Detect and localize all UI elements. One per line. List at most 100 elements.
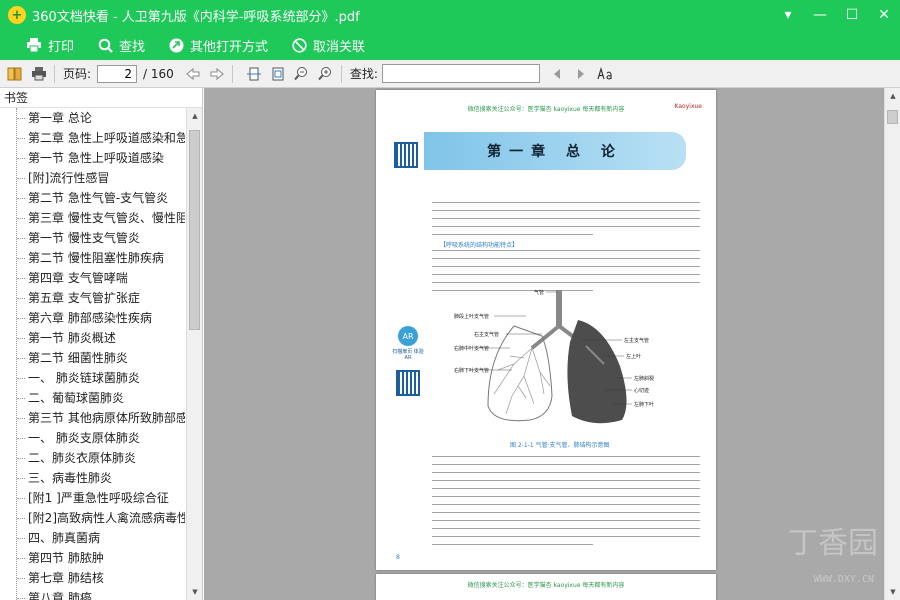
next-page-button[interactable] — [208, 65, 226, 83]
print-button[interactable]: 打印 — [26, 36, 74, 55]
bookmark-item[interactable]: 第三节 其他病原体所致肺部感 — [0, 408, 185, 428]
bookmark-item[interactable]: 第二节 急性气管-支气管炎 — [0, 188, 185, 208]
window-controls: ▾ — ☐ ✕ — [772, 0, 900, 30]
app-logo-icon: + — [8, 6, 26, 24]
document-viewport[interactable]: 微信搜索关注公众号：医学猫杏 kaoyixue 每天都有新内容 Kaoyixue… — [204, 88, 884, 600]
zoom-out-icon — [294, 67, 308, 81]
bookmark-item[interactable]: 二、葡萄球菌肺炎 — [0, 388, 185, 408]
bookmark-item[interactable]: 第四节 肺脓肿 — [0, 548, 185, 568]
text-line — [432, 266, 700, 267]
bookmark-item[interactable]: [附2]高致病性人禽流感病毒性 — [0, 508, 185, 528]
search-input[interactable] — [381, 64, 540, 83]
unlink-button[interactable]: 取消关联 — [292, 36, 365, 55]
bookmark-panel-title: 书签 — [0, 88, 202, 108]
bookmark-scrollbar[interactable]: ▲ ▼ — [186, 108, 202, 600]
menu-dropdown-button[interactable]: ▾ — [772, 0, 804, 30]
title-bar: + 360文档快看 - 人卫第九版《内科学-呼吸系统部分》.pdf ▾ — ☐ … — [0, 0, 900, 30]
text-line — [432, 480, 700, 481]
fit-width-button[interactable] — [245, 65, 263, 83]
search-icon — [98, 38, 113, 53]
bookmark-item[interactable]: 一、 肺炎链球菌肺炎 — [0, 368, 185, 388]
bookmark-item[interactable]: 第五章 支气管扩张症 — [0, 288, 185, 308]
bookmark-item[interactable]: 第一节 急性上呼吸道感染 — [0, 148, 185, 168]
bookmark-item[interactable]: 第二章 急性上呼吸道感染和急 — [0, 128, 185, 148]
arrow-right-icon — [210, 67, 224, 80]
pdf-page-next: 微信搜索关注公众号：医学猫杏 kaoyixue 每天都有新内容 — [376, 574, 716, 600]
sidebar-toggle-button[interactable] — [6, 65, 24, 83]
fit-page-button[interactable] — [269, 65, 287, 83]
figure-label: 左肺斜裂 — [634, 375, 654, 382]
bookmark-item[interactable]: 第一节 肺炎概述 — [0, 328, 185, 348]
find-label: 查找 — [119, 39, 146, 55]
figure-label: 右主支气管 — [474, 331, 499, 338]
bookmark-item[interactable]: 四、肺真菌病 — [0, 528, 185, 548]
text-line — [432, 282, 700, 283]
figure-label: 左主支气管 — [624, 337, 649, 344]
chapter-title: 第一章 总 论 — [487, 144, 623, 160]
scroll-thumb[interactable] — [887, 110, 898, 124]
scroll-thumb[interactable] — [189, 130, 200, 330]
bookmark-item[interactable]: [附]流行性感冒 — [0, 168, 185, 188]
figure-label: 右肺中叶支气管 — [454, 345, 489, 352]
bookmark-item[interactable]: 第二节 细菌性肺炎 — [0, 348, 185, 368]
previous-page-button[interactable] — [184, 65, 202, 83]
open-with-button[interactable]: 其他打开方式 — [169, 36, 268, 55]
bookmark-item[interactable]: 第一章 总论 — [0, 108, 185, 128]
text-line — [432, 472, 700, 473]
text-line — [432, 512, 700, 513]
find-button[interactable]: 查找 — [98, 36, 145, 55]
bookmark-item[interactable]: 三、病毒性肺炎 — [0, 468, 185, 488]
search-next-button[interactable] — [572, 65, 590, 83]
scroll-down-icon[interactable]: ▼ — [885, 584, 900, 600]
toolbar-divider — [340, 64, 342, 83]
figure-label: 心切迹 — [634, 387, 649, 394]
scroll-up-icon[interactable]: ▲ — [187, 108, 203, 124]
text-line — [432, 488, 700, 489]
figure-label: 左肺下叶 — [634, 401, 654, 408]
document-scrollbar[interactable]: ▲ ▼ — [884, 88, 900, 600]
bookmark-item[interactable]: 第三章 慢性支气管炎、慢性阻 — [0, 208, 185, 228]
text-line — [432, 528, 700, 529]
toolbar-divider — [231, 64, 233, 83]
page-label: 页码: — [63, 67, 92, 81]
text-line — [432, 274, 700, 275]
bookmark-item[interactable]: 第四章 支气管哮喘 — [0, 268, 185, 288]
scroll-up-icon[interactable]: ▲ — [885, 88, 900, 104]
bookmark-item[interactable]: 第一节 慢性支气管炎 — [0, 228, 185, 248]
zoom-in-button[interactable] — [317, 65, 335, 83]
bookmark-item[interactable]: 第二节 慢性阻塞性肺疾病 — [0, 248, 185, 268]
maximize-button[interactable]: ☐ — [836, 0, 868, 30]
page-number-input[interactable] — [97, 64, 138, 83]
print-small-button[interactable] — [30, 65, 48, 83]
text-line — [432, 520, 700, 521]
text-line — [432, 496, 700, 497]
section-heading: 【呼吸系统的结构功能特点】 — [440, 242, 519, 249]
bookmark-item[interactable]: 二、肺炎衣原体肺炎 — [0, 448, 185, 468]
bookmark-item[interactable]: [附1 ]严重急性呼吸综合征 — [0, 488, 185, 508]
scroll-down-icon[interactable]: ▼ — [187, 584, 203, 600]
open-with-label: 其他打开方式 — [190, 39, 269, 55]
qr-code-icon — [394, 142, 418, 168]
bookmark-item[interactable]: 第六章 肺部感染性疾病 — [0, 308, 185, 328]
watermark-url: WWW.DXY.CN — [813, 574, 874, 585]
match-case-icon — [597, 66, 612, 79]
search-previous-button[interactable] — [548, 65, 566, 83]
zoom-in-icon — [318, 67, 332, 81]
ar-badge-caption: 扫描扉页 体验AR — [392, 349, 424, 361]
page-header: 微信搜索关注公众号：医学猫杏 kaoyixue 每天都有新内容 — [467, 582, 625, 589]
ar-badge-icon: AR — [398, 326, 418, 346]
search-options-button[interactable] — [596, 65, 614, 83]
bookmark-item[interactable]: 第八章 肺癌 — [0, 588, 185, 600]
fit-width-icon — [246, 67, 261, 80]
main-toolbar: 打印 查找 其他打开方式 取消关联 — [0, 30, 900, 60]
text-line — [432, 456, 700, 457]
close-button[interactable]: ✕ — [868, 0, 900, 30]
bookmark-panel: 书签 第一章 总论 第二章 急性上呼吸道感染和急 第一节 急性上呼吸道感染 [附… — [0, 88, 203, 600]
bookmark-item[interactable]: 第七章 肺结核 — [0, 568, 185, 588]
bookmark-item[interactable]: 一、 肺炎支原体肺炎 — [0, 428, 185, 448]
figure-label: 左上叶 — [626, 353, 641, 360]
zoom-out-button[interactable] — [293, 65, 311, 83]
lung-figure: 气管 肺段上叶支气管 右主支气管 右肺中叶支气管 右肺下叶支气管 左主支气管 左… — [454, 289, 654, 424]
minimize-button[interactable]: — — [804, 0, 836, 30]
figure-label: 肺段上叶支气管 — [454, 313, 489, 320]
